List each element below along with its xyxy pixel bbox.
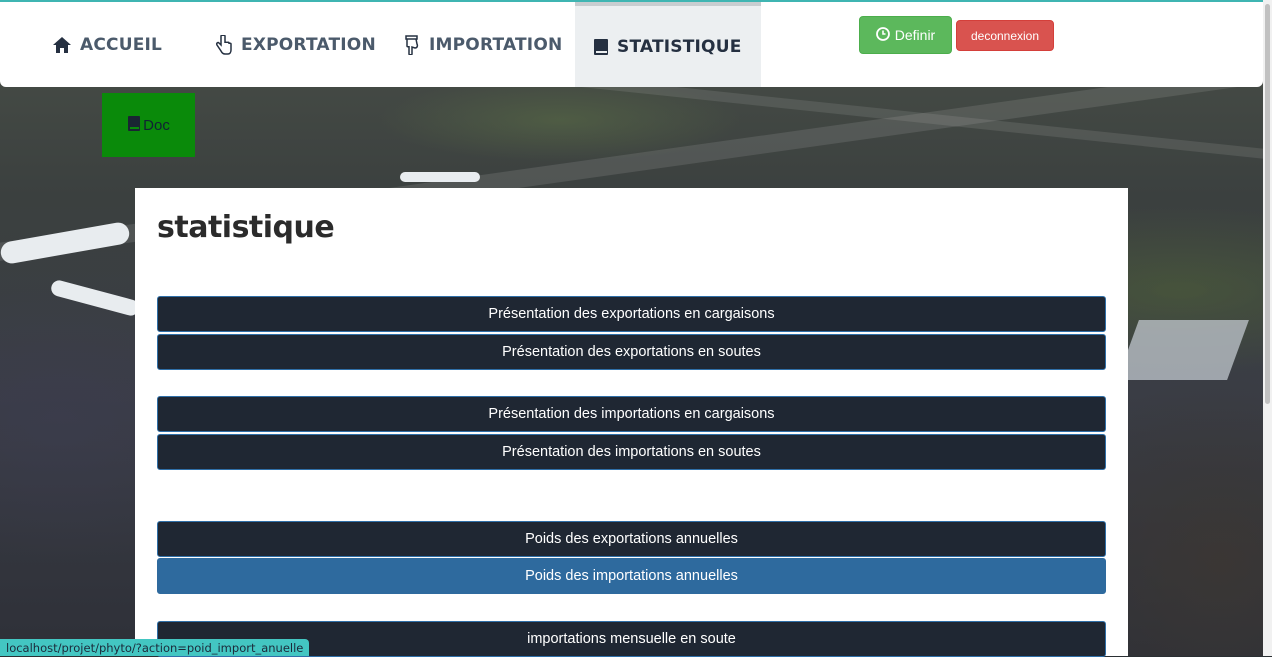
nav-item-accueil[interactable]: ACCUEIL <box>52 2 162 87</box>
nav-item-label: STATISTIQUE <box>617 36 742 57</box>
nav-item-label: ACCUEIL <box>80 34 163 55</box>
nav-item-exportation[interactable]: EXPORTATION <box>215 2 376 87</box>
page-title: statistique <box>157 210 335 245</box>
airplane-shape <box>49 278 141 318</box>
import-soutes-button[interactable]: Présentation des importations en soutes <box>157 434 1106 470</box>
main-panel: statistique Présentation des exportation… <box>135 188 1128 657</box>
import-cargaisons-button[interactable]: Présentation des importations en cargais… <box>157 396 1106 432</box>
poids-exportations-button[interactable]: Poids des exportations annuelles <box>157 521 1106 557</box>
book-icon <box>593 38 609 56</box>
doc-label: Doc <box>143 116 170 134</box>
airplane-shape <box>0 220 131 266</box>
definir-label: Definir <box>894 27 936 43</box>
nav-item-label: IMPORTATION <box>429 34 563 55</box>
hand-pointer-icon <box>215 34 233 55</box>
airplane-shape <box>400 172 480 182</box>
status-bar-url: localhost/projet/phyto/?action=poid_impo… <box>0 639 310 656</box>
nav-item-importation[interactable]: IMPORTATION <box>403 2 562 87</box>
book-icon <box>127 115 141 136</box>
definir-button[interactable]: Definir <box>859 16 952 54</box>
hand-down-icon <box>403 34 421 55</box>
home-icon <box>52 36 72 54</box>
clock-icon <box>875 26 890 44</box>
nav-item-label: EXPORTATION <box>241 34 376 55</box>
export-soutes-button[interactable]: Présentation des exportations en soutes <box>157 334 1106 370</box>
export-cargaisons-button[interactable]: Présentation des exportations en cargais… <box>157 296 1106 332</box>
nav-item-statistique[interactable]: STATISTIQUE <box>575 2 761 87</box>
poids-importations-button[interactable]: Poids des importations annuelles <box>157 558 1106 594</box>
top-navbar: ACCUEIL EXPORTATION IMPORTATION STATISTI… <box>0 0 1263 87</box>
deconnexion-button[interactable]: deconnexion <box>956 20 1054 51</box>
doc-button[interactable]: Doc <box>102 93 195 157</box>
terminal-building-shape <box>1117 320 1249 380</box>
scrollbar-thumb[interactable] <box>1265 4 1270 404</box>
